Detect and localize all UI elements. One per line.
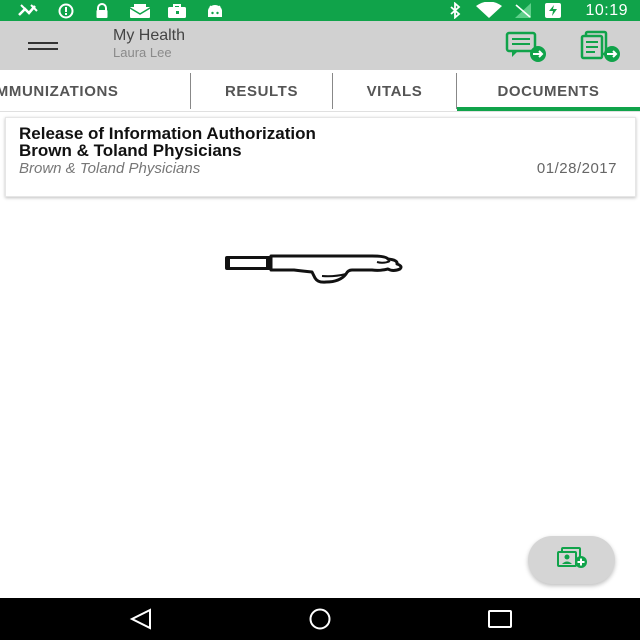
message-forward-icon[interactable] bbox=[504, 30, 548, 62]
battery-charging-icon bbox=[543, 2, 563, 19]
briefcase-icon bbox=[165, 2, 189, 19]
wifi-icon bbox=[474, 2, 504, 19]
menu-line bbox=[28, 48, 58, 50]
document-title-line2: Brown & Toland Physicians bbox=[19, 141, 242, 160]
status-bar: 10:19 bbox=[0, 0, 640, 21]
document-card[interactable]: Release of Information Authorization Bro… bbox=[5, 117, 636, 197]
document-forward-icon[interactable] bbox=[578, 30, 622, 62]
mail-open-icon bbox=[127, 2, 153, 19]
document-title: Release of Information Authorization Bro… bbox=[19, 125, 579, 159]
document-date: 01/28/2017 bbox=[536, 160, 617, 177]
android-icon bbox=[204, 2, 226, 19]
thumbs-down-icon bbox=[222, 250, 406, 288]
add-document-button[interactable] bbox=[528, 536, 615, 584]
tab-immunizations[interactable]: IMMUNIZATIONS bbox=[0, 72, 190, 110]
home-icon[interactable] bbox=[300, 605, 340, 633]
document-provider: Brown & Toland Physicians bbox=[19, 160, 201, 177]
bluetooth-icon bbox=[446, 2, 464, 19]
tab-documents[interactable]: DOCUMENTS bbox=[457, 72, 640, 110]
app-title: My Health bbox=[113, 27, 186, 44]
tab-selected-indicator bbox=[457, 107, 640, 111]
tab-label: VITALS bbox=[366, 82, 423, 100]
recents-icon[interactable] bbox=[480, 605, 520, 633]
system-nav-bar bbox=[0, 598, 640, 640]
satellite-icon bbox=[16, 2, 42, 19]
tab-label: IMMUNIZATIONS bbox=[0, 82, 119, 100]
alert-circle-icon bbox=[56, 2, 76, 19]
signal-icon bbox=[512, 2, 534, 19]
tab-results[interactable]: RESULTS bbox=[191, 72, 332, 110]
app-subtitle: Laura Lee bbox=[113, 45, 172, 60]
tab-label: DOCUMENTS bbox=[497, 82, 600, 100]
lock-icon bbox=[92, 2, 112, 19]
tab-bar: IMMUNIZATIONS RESULTS VITALS DOCUMENTS bbox=[0, 70, 640, 112]
add-document-icon bbox=[556, 546, 588, 574]
document-title-line1: Release of Information Authorization bbox=[19, 124, 316, 143]
menu-button[interactable] bbox=[18, 32, 68, 60]
menu-line bbox=[28, 42, 58, 44]
tab-vitals[interactable]: VITALS bbox=[333, 72, 456, 110]
tab-label: RESULTS bbox=[224, 82, 299, 100]
status-time: 10:19 bbox=[585, 2, 628, 19]
back-icon[interactable] bbox=[121, 605, 161, 633]
tabs-divider bbox=[0, 111, 640, 112]
app-bar: My Health Laura Lee bbox=[0, 21, 640, 70]
